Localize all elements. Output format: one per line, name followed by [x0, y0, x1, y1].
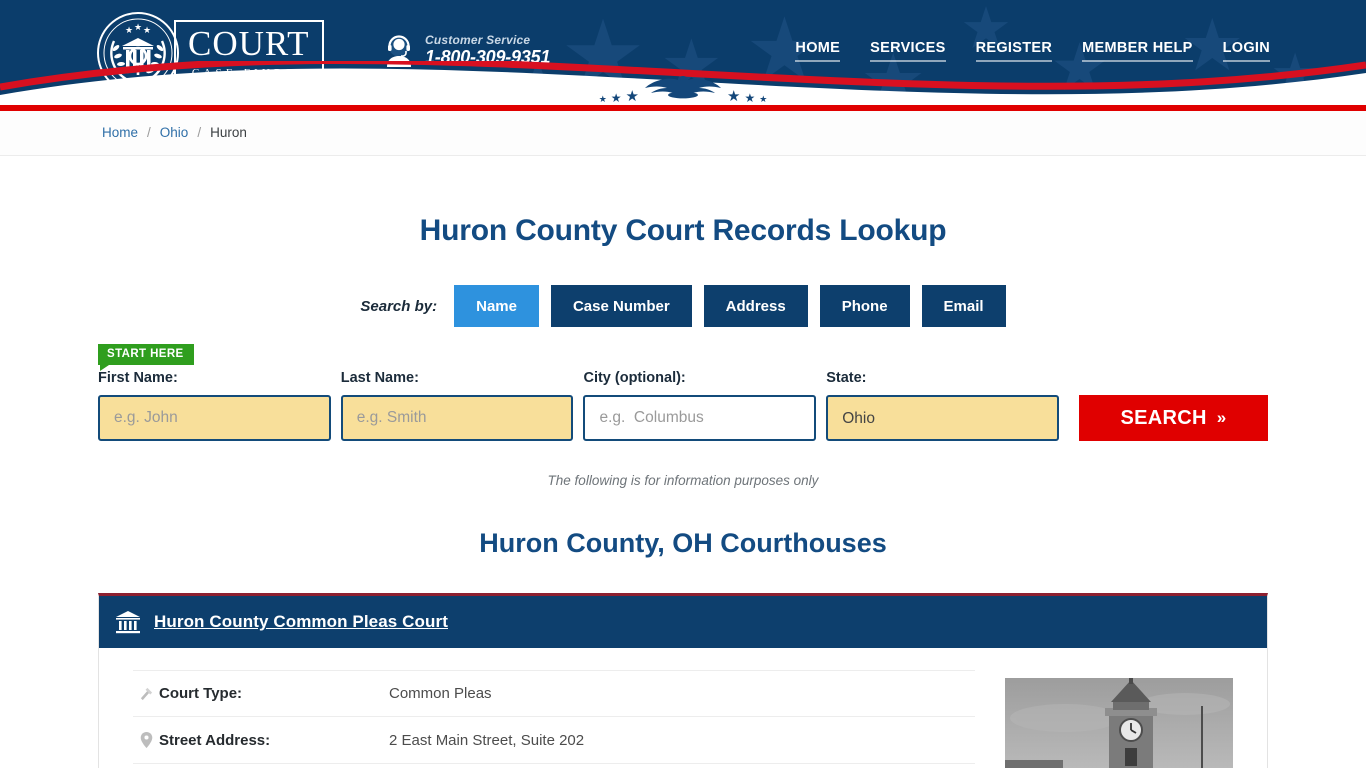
table-row: Street Address: 2 East Main Street, Suit…	[133, 717, 975, 764]
customer-service-label: Customer Service	[425, 33, 531, 47]
breadcrumb-item-home[interactable]: Home	[102, 125, 138, 141]
svg-text:★: ★	[143, 25, 151, 35]
table-row: Court Type: Common Pleas	[133, 670, 975, 717]
logo-word: COURT	[188, 24, 310, 63]
court-type-value: Common Pleas	[389, 685, 492, 702]
court-detail-list: Court Type: Common Pleas Street Address:…	[133, 670, 975, 768]
first-name-input[interactable]	[98, 395, 331, 441]
nav-item-home[interactable]: HOME	[795, 40, 841, 62]
court-title-link[interactable]: Huron County Common Pleas Court	[154, 612, 448, 632]
svg-text:★: ★	[125, 25, 133, 35]
chevron-right-icon: »	[1216, 408, 1227, 427]
first-name-field-group: First Name:	[98, 370, 331, 441]
court-card: Huron County Common Pleas Court Court Ty…	[98, 593, 1268, 768]
search-button-label: SEARCH	[1120, 406, 1207, 429]
breadcrumb: Home / Ohio / Huron	[0, 111, 1366, 156]
gavel-icon	[133, 686, 159, 701]
breadcrumb-item-ohio[interactable]: Ohio	[160, 125, 189, 141]
state-field-group: State: Ohio	[826, 370, 1059, 441]
court-type-label: Court Type:	[159, 685, 243, 702]
tab-phone[interactable]: Phone	[819, 285, 910, 327]
breadcrumb-item-huron: Huron	[210, 125, 247, 140]
state-select[interactable]: Ohio	[826, 395, 1059, 441]
nav-item-services[interactable]: SERVICES	[870, 40, 946, 62]
city-input[interactable]	[583, 395, 817, 441]
tab-case-number[interactable]: Case Number	[550, 285, 692, 327]
eagle-emblem-icon	[643, 73, 723, 104]
search-button[interactable]: SEARCH »	[1078, 395, 1268, 441]
start-here-badge: START HERE	[98, 344, 194, 371]
main-content: Huron County Court Records Lookup Search…	[0, 156, 1366, 768]
last-name-field-group: Last Name:	[340, 370, 574, 441]
section-title: Huron County, OH Courthouses	[479, 528, 887, 558]
street-address-label: Street Address:	[159, 731, 271, 749]
map-pin-icon	[133, 732, 159, 748]
state-label: State:	[826, 370, 867, 386]
last-name-input[interactable]	[340, 395, 574, 441]
nav-item-login[interactable]: LOGIN	[1222, 40, 1270, 62]
nav-item-register[interactable]: REGISTER	[975, 40, 1053, 62]
svg-text:★: ★	[134, 22, 142, 32]
street-address-value: 2 East Main Street, Suite 202	[389, 731, 585, 749]
court-card-header: Huron County Common Pleas Court	[99, 596, 1267, 648]
last-name-label: Last Name:	[340, 370, 419, 386]
city-label: City (optional):	[583, 370, 686, 386]
page-title: Huron County Court Records Lookup	[419, 214, 947, 247]
site-header: ★ ★ ★ ★ ★ ★ ★ ★ ★ ★ ★ COURT Customer Ser…	[0, 0, 1366, 105]
tab-email[interactable]: Email	[921, 285, 1006, 327]
court-card-body: Court Type: Common Pleas Street Address:…	[99, 648, 1267, 768]
search-by-tabs: Search by: Name Case Number Address Phon…	[0, 285, 1366, 327]
tab-name[interactable]: Name	[454, 285, 539, 327]
courthouse-bank-icon	[115, 610, 141, 634]
tab-address[interactable]: Address	[703, 285, 808, 327]
city-field-group: City (optional):	[583, 370, 817, 441]
disclaimer-text: The following is for information purpose…	[547, 473, 819, 488]
search-by-label: Search by:	[360, 297, 438, 315]
eagle-decoration: ★ ★ ★ ★ ★ ★	[0, 73, 1366, 105]
nav-item-member-help[interactable]: MEMBER HELP	[1082, 40, 1193, 62]
breadcrumb-separator: /	[197, 125, 202, 140]
table-row: City: Norwalk	[133, 764, 975, 768]
breadcrumb-separator: /	[147, 125, 151, 140]
first-name-label: First Name:	[98, 370, 178, 386]
huron-county-courthouse-photo	[1005, 678, 1233, 768]
main-navigation: HOME SERVICES REGISTER MEMBER HELP LOGIN	[795, 40, 1270, 62]
search-form: START HERE First Name: Last Name: City (…	[0, 344, 1366, 441]
